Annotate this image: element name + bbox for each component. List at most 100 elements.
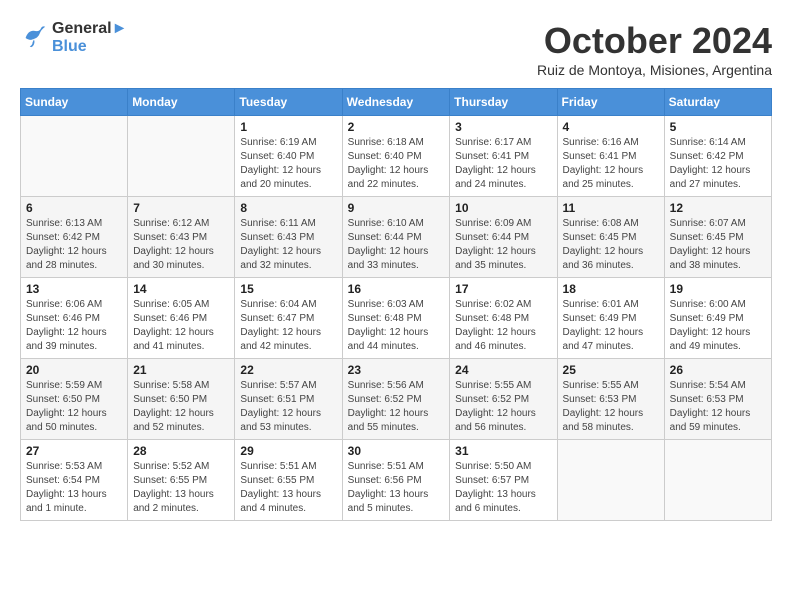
weekday-header-friday: Friday xyxy=(557,89,664,116)
calendar-cell: 8 Sunrise: 6:11 AM Sunset: 6:43 PM Daylig… xyxy=(235,197,342,278)
calendar-week-3: 13 Sunrise: 6:06 AM Sunset: 6:46 PM Dayli… xyxy=(21,278,772,359)
day-number: 10 xyxy=(455,201,551,215)
day-number: 12 xyxy=(670,201,766,215)
day-number: 26 xyxy=(670,363,766,377)
day-info: Sunrise: 6:02 AM Sunset: 6:48 PM Dayligh… xyxy=(455,298,551,354)
day-info: Sunrise: 6:14 AM Sunset: 6:42 PM Dayligh… xyxy=(670,136,766,192)
day-number: 7 xyxy=(133,201,229,215)
calendar-cell: 29Sunrise: 5:51 AM Sunset: 6:55 PM Dayli… xyxy=(235,440,342,521)
day-info: Sunrise: 5:55 AM Sunset: 6:53 PM Dayligh… xyxy=(563,379,659,435)
day-info: Sunrise: 5:52 AM Sunset: 6:55 PM Dayligh… xyxy=(133,460,229,516)
day-number: 16 xyxy=(348,282,445,296)
calendar-cell: 18Sunrise: 6:01 AM Sunset: 6:49 PM Dayli… xyxy=(557,278,664,359)
day-info: Sunrise: 5:59 AM Sunset: 6:50 PM Dayligh… xyxy=(26,379,122,435)
calendar-cell xyxy=(128,116,235,197)
day-number: 21 xyxy=(133,363,229,377)
calendar-cell: 24 Sunrise: 5:55 AM Sunset: 6:52 PM Dayli… xyxy=(450,359,557,440)
calendar-cell xyxy=(557,440,664,521)
calendar-cell: 17 Sunrise: 6:02 AM Sunset: 6:48 PM Dayli… xyxy=(450,278,557,359)
day-number: 28 xyxy=(133,444,229,458)
calendar-cell: 28 Sunrise: 5:52 AM Sunset: 6:55 PM Dayli… xyxy=(128,440,235,521)
day-number: 22 xyxy=(240,363,336,377)
day-number: 30 xyxy=(348,444,445,458)
day-info: Sunrise: 5:57 AM Sunset: 6:51 PM Dayligh… xyxy=(240,379,336,435)
day-number: 25 xyxy=(563,363,659,377)
day-number: 6 xyxy=(26,201,122,215)
title-block: October 2024 Ruiz de Montoya, Misiones, … xyxy=(537,20,772,78)
day-info: Sunrise: 6:11 AM Sunset: 6:43 PM Dayligh… xyxy=(240,217,336,273)
day-number: 3 xyxy=(455,120,551,134)
day-info: Sunrise: 6:17 AM Sunset: 6:41 PM Dayligh… xyxy=(455,136,551,192)
day-info: Sunrise: 6:19 AM Sunset: 6:40 PM Dayligh… xyxy=(240,136,336,192)
calendar-table: SundayMondayTuesdayWednesdayThursdayFrid… xyxy=(20,88,772,521)
day-info: Sunrise: 6:18 AM Sunset: 6:40 PM Dayligh… xyxy=(348,136,445,192)
day-info: Sunrise: 6:01 AM Sunset: 6:49 PM Dayligh… xyxy=(563,298,659,354)
calendar-cell: 22 Sunrise: 5:57 AM Sunset: 6:51 PM Dayli… xyxy=(235,359,342,440)
calendar-cell: 3 Sunrise: 6:17 AM Sunset: 6:41 PM Daylig… xyxy=(450,116,557,197)
day-number: 4 xyxy=(563,120,659,134)
calendar-cell: 27Sunrise: 5:53 AM Sunset: 6:54 PM Dayli… xyxy=(21,440,128,521)
weekday-header-row: SundayMondayTuesdayWednesdayThursdayFrid… xyxy=(21,89,772,116)
calendar-cell: 14Sunrise: 6:05 AM Sunset: 6:46 PM Dayli… xyxy=(128,278,235,359)
day-number: 17 xyxy=(455,282,551,296)
calendar-cell: 5Sunrise: 6:14 AM Sunset: 6:42 PM Daylig… xyxy=(664,116,771,197)
day-number: 13 xyxy=(26,282,122,296)
calendar-cell: 19Sunrise: 6:00 AM Sunset: 6:49 PM Dayli… xyxy=(664,278,771,359)
day-number: 29 xyxy=(240,444,336,458)
day-info: Sunrise: 6:03 AM Sunset: 6:48 PM Dayligh… xyxy=(348,298,445,354)
calendar-cell: 15 Sunrise: 6:04 AM Sunset: 6:47 PM Dayli… xyxy=(235,278,342,359)
calendar-cell: 21Sunrise: 5:58 AM Sunset: 6:50 PM Dayli… xyxy=(128,359,235,440)
day-info: Sunrise: 6:16 AM Sunset: 6:41 PM Dayligh… xyxy=(563,136,659,192)
day-number: 2 xyxy=(348,120,445,134)
month-title: October 2024 xyxy=(537,20,772,62)
day-number: 24 xyxy=(455,363,551,377)
calendar-cell: 26 Sunrise: 5:54 AM Sunset: 6:53 PM Dayli… xyxy=(664,359,771,440)
calendar-cell: 12 Sunrise: 6:07 AM Sunset: 6:45 PM Dayli… xyxy=(664,197,771,278)
calendar-cell: 20 Sunrise: 5:59 AM Sunset: 6:50 PM Dayli… xyxy=(21,359,128,440)
weekday-header-thursday: Thursday xyxy=(450,89,557,116)
day-info: Sunrise: 6:04 AM Sunset: 6:47 PM Dayligh… xyxy=(240,298,336,354)
calendar-week-4: 20 Sunrise: 5:59 AM Sunset: 6:50 PM Dayli… xyxy=(21,359,772,440)
day-info: Sunrise: 5:51 AM Sunset: 6:56 PM Dayligh… xyxy=(348,460,445,516)
day-number: 31 xyxy=(455,444,551,458)
day-number: 20 xyxy=(26,363,122,377)
calendar-cell: 23Sunrise: 5:56 AM Sunset: 6:52 PM Dayli… xyxy=(342,359,450,440)
day-info: Sunrise: 6:09 AM Sunset: 6:44 PM Dayligh… xyxy=(455,217,551,273)
day-info: Sunrise: 6:13 AM Sunset: 6:42 PM Dayligh… xyxy=(26,217,122,273)
day-number: 11 xyxy=(563,201,659,215)
day-info: Sunrise: 6:10 AM Sunset: 6:44 PM Dayligh… xyxy=(348,217,445,273)
day-info: Sunrise: 6:07 AM Sunset: 6:45 PM Dayligh… xyxy=(670,217,766,273)
calendar-week-2: 6 Sunrise: 6:13 AM Sunset: 6:42 PM Daylig… xyxy=(21,197,772,278)
weekday-header-monday: Monday xyxy=(128,89,235,116)
day-info: Sunrise: 5:55 AM Sunset: 6:52 PM Dayligh… xyxy=(455,379,551,435)
calendar-cell: 16 Sunrise: 6:03 AM Sunset: 6:48 PM Dayli… xyxy=(342,278,450,359)
day-info: Sunrise: 6:06 AM Sunset: 6:46 PM Dayligh… xyxy=(26,298,122,354)
day-number: 1 xyxy=(240,120,336,134)
day-number: 9 xyxy=(348,201,445,215)
day-number: 23 xyxy=(348,363,445,377)
day-number: 14 xyxy=(133,282,229,296)
calendar-cell xyxy=(21,116,128,197)
calendar-week-5: 27Sunrise: 5:53 AM Sunset: 6:54 PM Dayli… xyxy=(21,440,772,521)
day-info: Sunrise: 6:08 AM Sunset: 6:45 PM Dayligh… xyxy=(563,217,659,273)
day-info: Sunrise: 5:54 AM Sunset: 6:53 PM Dayligh… xyxy=(670,379,766,435)
day-number: 15 xyxy=(240,282,336,296)
calendar-cell: 25 Sunrise: 5:55 AM Sunset: 6:53 PM Dayli… xyxy=(557,359,664,440)
day-info: Sunrise: 5:50 AM Sunset: 6:57 PM Dayligh… xyxy=(455,460,551,516)
calendar-cell: 11 Sunrise: 6:08 AM Sunset: 6:45 PM Dayli… xyxy=(557,197,664,278)
logo-text: General► Blue xyxy=(52,20,127,56)
calendar-header: SundayMondayTuesdayWednesdayThursdayFrid… xyxy=(21,89,772,116)
calendar-cell: 4 Sunrise: 6:16 AM Sunset: 6:41 PM Daylig… xyxy=(557,116,664,197)
calendar-cell: 30 Sunrise: 5:51 AM Sunset: 6:56 PM Dayli… xyxy=(342,440,450,521)
calendar-cell: 7 Sunrise: 6:12 AM Sunset: 6:43 PM Daylig… xyxy=(128,197,235,278)
logo: General► Blue xyxy=(20,20,127,56)
day-info: Sunrise: 6:00 AM Sunset: 6:49 PM Dayligh… xyxy=(670,298,766,354)
calendar-body: 1 Sunrise: 6:19 AM Sunset: 6:40 PM Daylig… xyxy=(21,116,772,521)
weekday-header-sunday: Sunday xyxy=(21,89,128,116)
calendar-week-1: 1 Sunrise: 6:19 AM Sunset: 6:40 PM Daylig… xyxy=(21,116,772,197)
calendar-cell: 13 Sunrise: 6:06 AM Sunset: 6:46 PM Dayli… xyxy=(21,278,128,359)
weekday-header-tuesday: Tuesday xyxy=(235,89,342,116)
day-number: 8 xyxy=(240,201,336,215)
day-info: Sunrise: 6:12 AM Sunset: 6:43 PM Dayligh… xyxy=(133,217,229,273)
calendar-cell: 31 Sunrise: 5:50 AM Sunset: 6:57 PM Dayli… xyxy=(450,440,557,521)
